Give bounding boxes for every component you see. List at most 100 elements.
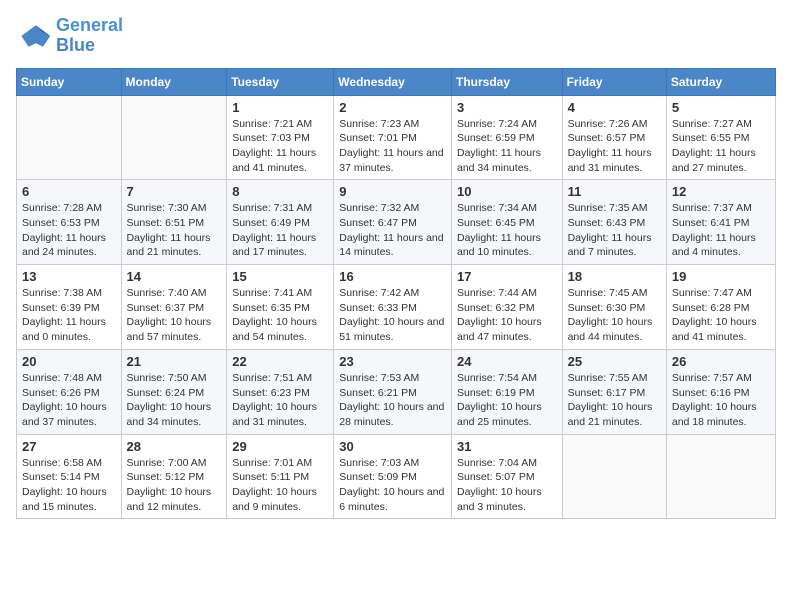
calendar-cell: 7 Sunrise: 7:30 AM Sunset: 6:51 PM Daylig…: [121, 180, 227, 265]
day-number: 26: [672, 354, 770, 369]
day-number: 22: [232, 354, 328, 369]
calendar-cell: 9Sunrise: 7:32 AM Sunset: 6:47 PM Daylig…: [334, 180, 452, 265]
calendar-week-5: 27 Sunrise: 6:58 AM Sunset: 5:14 PM Dayli…: [17, 434, 776, 519]
day-number: 3: [457, 100, 557, 115]
day-info: Sunrise: 7:00 AM Sunset: 5:12 PM Dayligh…: [127, 456, 222, 515]
day-header-friday: Friday: [562, 68, 666, 95]
day-info: Sunrise: 7:23 AM Sunset: 7:01 PM Dayligh…: [339, 117, 446, 176]
day-info: Sunrise: 7:42 AM Sunset: 6:33 PM Dayligh…: [339, 286, 446, 345]
logo: General Blue: [16, 16, 123, 56]
day-info: Sunrise: 7:31 AM Sunset: 6:49 PM Dayligh…: [232, 201, 328, 260]
day-number: 19: [672, 269, 770, 284]
calendar-cell: 29 Sunrise: 7:01 AM Sunset: 5:11 PM Dayli…: [227, 434, 334, 519]
day-number: 27: [22, 439, 116, 454]
page-header: General Blue: [16, 16, 776, 56]
day-number: 12: [672, 184, 770, 199]
day-info: Sunrise: 7:28 AM Sunset: 6:53 PM Dayligh…: [22, 201, 116, 260]
calendar-cell: 12 Sunrise: 7:37 AM Sunset: 6:41 PM Dayli…: [666, 180, 775, 265]
day-header-thursday: Thursday: [451, 68, 562, 95]
calendar-week-2: 6 Sunrise: 7:28 AM Sunset: 6:53 PM Daylig…: [17, 180, 776, 265]
calendar-cell: 6 Sunrise: 7:28 AM Sunset: 6:53 PM Daylig…: [17, 180, 122, 265]
calendar-cell: 2Sunrise: 7:23 AM Sunset: 7:01 PM Daylig…: [334, 95, 452, 180]
calendar-cell: 3Sunrise: 7:24 AM Sunset: 6:59 PM Daylig…: [451, 95, 562, 180]
day-number: 17: [457, 269, 557, 284]
calendar-cell: 31 Sunrise: 7:04 AM Sunset: 5:07 PM Dayli…: [451, 434, 562, 519]
day-info: Sunrise: 7:48 AM Sunset: 6:26 PM Dayligh…: [22, 371, 116, 430]
calendar-cell: [562, 434, 666, 519]
calendar-cell: 4 Sunrise: 7:26 AM Sunset: 6:57 PM Daylig…: [562, 95, 666, 180]
day-number: 15: [232, 269, 328, 284]
day-info: Sunrise: 7:44 AM Sunset: 6:32 PM Dayligh…: [457, 286, 557, 345]
day-info: Sunrise: 7:51 AM Sunset: 6:23 PM Dayligh…: [232, 371, 328, 430]
calendar-cell: 21Sunrise: 7:50 AM Sunset: 6:24 PM Dayli…: [121, 349, 227, 434]
day-number: 4: [568, 100, 661, 115]
calendar-cell: 24 Sunrise: 7:54 AM Sunset: 6:19 PM Dayli…: [451, 349, 562, 434]
day-number: 5: [672, 100, 770, 115]
day-info: Sunrise: 7:27 AM Sunset: 6:55 PM Dayligh…: [672, 117, 770, 176]
day-number: 13: [22, 269, 116, 284]
calendar-week-1: 1Sunrise: 7:21 AM Sunset: 7:03 PM Daylig…: [17, 95, 776, 180]
day-info: Sunrise: 7:35 AM Sunset: 6:43 PM Dayligh…: [568, 201, 661, 260]
day-info: Sunrise: 7:41 AM Sunset: 6:35 PM Dayligh…: [232, 286, 328, 345]
calendar-cell: 1Sunrise: 7:21 AM Sunset: 7:03 PM Daylig…: [227, 95, 334, 180]
day-info: Sunrise: 7:53 AM Sunset: 6:21 PM Dayligh…: [339, 371, 446, 430]
day-info: Sunrise: 6:58 AM Sunset: 5:14 PM Dayligh…: [22, 456, 116, 515]
calendar-cell: 28 Sunrise: 7:00 AM Sunset: 5:12 PM Dayli…: [121, 434, 227, 519]
day-number: 14: [127, 269, 222, 284]
day-info: Sunrise: 7:45 AM Sunset: 6:30 PM Dayligh…: [568, 286, 661, 345]
day-info: Sunrise: 7:26 AM Sunset: 6:57 PM Dayligh…: [568, 117, 661, 176]
day-info: Sunrise: 7:30 AM Sunset: 6:51 PM Dayligh…: [127, 201, 222, 260]
calendar-cell: 26 Sunrise: 7:57 AM Sunset: 6:16 PM Dayli…: [666, 349, 775, 434]
day-number: 16: [339, 269, 446, 284]
day-number: 11: [568, 184, 661, 199]
day-number: 24: [457, 354, 557, 369]
calendar-cell: 10 Sunrise: 7:34 AM Sunset: 6:45 PM Dayli…: [451, 180, 562, 265]
calendar-cell: 16 Sunrise: 7:42 AM Sunset: 6:33 PM Dayli…: [334, 265, 452, 350]
day-number: 20: [22, 354, 116, 369]
calendar-cell: 25 Sunrise: 7:55 AM Sunset: 6:17 PM Dayli…: [562, 349, 666, 434]
day-info: Sunrise: 7:34 AM Sunset: 6:45 PM Dayligh…: [457, 201, 557, 260]
calendar-cell: [17, 95, 122, 180]
day-number: 7: [127, 184, 222, 199]
day-info: Sunrise: 7:47 AM Sunset: 6:28 PM Dayligh…: [672, 286, 770, 345]
day-number: 10: [457, 184, 557, 199]
day-info: Sunrise: 7:32 AM Sunset: 6:47 PM Dayligh…: [339, 201, 446, 260]
day-info: Sunrise: 7:54 AM Sunset: 6:19 PM Dayligh…: [457, 371, 557, 430]
day-header-monday: Monday: [121, 68, 227, 95]
day-number: 28: [127, 439, 222, 454]
day-number: 31: [457, 439, 557, 454]
day-number: 29: [232, 439, 328, 454]
calendar-cell: [666, 434, 775, 519]
calendar-cell: 27 Sunrise: 6:58 AM Sunset: 5:14 PM Dayli…: [17, 434, 122, 519]
day-info: Sunrise: 7:01 AM Sunset: 5:11 PM Dayligh…: [232, 456, 328, 515]
logo-text: General Blue: [56, 16, 123, 56]
calendar-cell: 13Sunrise: 7:38 AM Sunset: 6:39 PM Dayli…: [17, 265, 122, 350]
day-number: 6: [22, 184, 116, 199]
day-number: 8: [232, 184, 328, 199]
calendar-cell: 17 Sunrise: 7:44 AM Sunset: 6:32 PM Dayli…: [451, 265, 562, 350]
day-info: Sunrise: 7:04 AM Sunset: 5:07 PM Dayligh…: [457, 456, 557, 515]
day-number: 25: [568, 354, 661, 369]
day-info: Sunrise: 7:03 AM Sunset: 5:09 PM Dayligh…: [339, 456, 446, 515]
calendar-cell: 5 Sunrise: 7:27 AM Sunset: 6:55 PM Daylig…: [666, 95, 775, 180]
calendar-table: SundayMondayTuesdayWednesdayThursdayFrid…: [16, 68, 776, 520]
day-info: Sunrise: 7:21 AM Sunset: 7:03 PM Dayligh…: [232, 117, 328, 176]
day-number: 21: [127, 354, 222, 369]
calendar-week-3: 13Sunrise: 7:38 AM Sunset: 6:39 PM Dayli…: [17, 265, 776, 350]
calendar-cell: 23Sunrise: 7:53 AM Sunset: 6:21 PM Dayli…: [334, 349, 452, 434]
calendar-cell: 14 Sunrise: 7:40 AM Sunset: 6:37 PM Dayli…: [121, 265, 227, 350]
calendar-cell: 8 Sunrise: 7:31 AM Sunset: 6:49 PM Daylig…: [227, 180, 334, 265]
calendar-cell: 15 Sunrise: 7:41 AM Sunset: 6:35 PM Dayli…: [227, 265, 334, 350]
day-header-tuesday: Tuesday: [227, 68, 334, 95]
day-info: Sunrise: 7:37 AM Sunset: 6:41 PM Dayligh…: [672, 201, 770, 260]
day-info: Sunrise: 7:57 AM Sunset: 6:16 PM Dayligh…: [672, 371, 770, 430]
day-header-sunday: Sunday: [17, 68, 122, 95]
day-info: Sunrise: 7:55 AM Sunset: 6:17 PM Dayligh…: [568, 371, 661, 430]
calendar-cell: 30Sunrise: 7:03 AM Sunset: 5:09 PM Dayli…: [334, 434, 452, 519]
calendar-week-4: 20 Sunrise: 7:48 AM Sunset: 6:26 PM Dayli…: [17, 349, 776, 434]
calendar-cell: 22 Sunrise: 7:51 AM Sunset: 6:23 PM Dayli…: [227, 349, 334, 434]
calendar-cell: 20 Sunrise: 7:48 AM Sunset: 6:26 PM Dayli…: [17, 349, 122, 434]
calendar-cell: 19 Sunrise: 7:47 AM Sunset: 6:28 PM Dayli…: [666, 265, 775, 350]
day-header-saturday: Saturday: [666, 68, 775, 95]
day-info: Sunrise: 7:40 AM Sunset: 6:37 PM Dayligh…: [127, 286, 222, 345]
